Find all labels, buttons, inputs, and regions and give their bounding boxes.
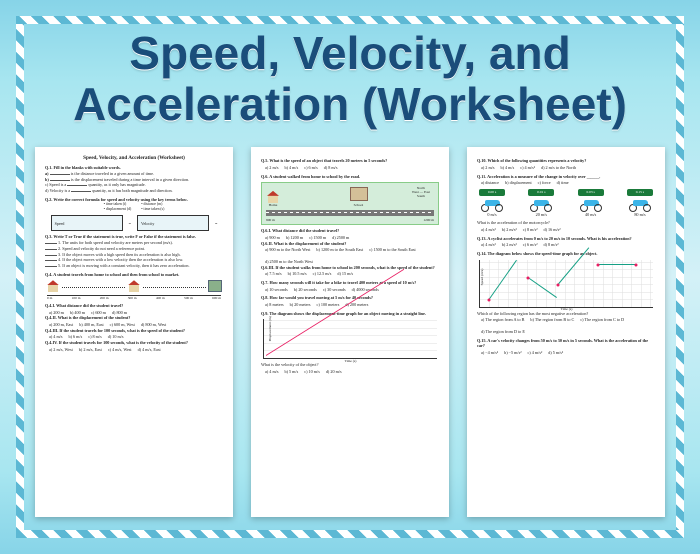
compass-icon: North West — East South [412, 187, 430, 199]
q4i-prompt: Q.4.I. What distance did the student tra… [45, 303, 223, 309]
motorcycle-icon [530, 198, 552, 212]
point-c [556, 284, 559, 287]
q1-b-text: is the displacement traveled during a ti… [71, 177, 189, 182]
q12-opts: a) 4 m/s²b) 2 m/s²c) 8 m/s²d) 16 m/s² [477, 227, 655, 233]
pages-row: Speed, Velocity, and Acceleration (Works… [0, 147, 700, 517]
point-d [596, 264, 599, 267]
title-line-1: Speed, Velocity, and [0, 28, 700, 79]
q6-prompt: Q.6. A student walked from home to schoo… [261, 174, 439, 180]
formula-row: Speed = Velocity = [45, 215, 223, 231]
title-line-2: Acceleration (Worksheet) [0, 79, 700, 130]
seg-bc [528, 277, 557, 298]
dist-label: 900 m [266, 218, 275, 223]
q11: Q.11. Acceleration is a measure of the c… [477, 174, 655, 186]
displacement-time-chart: Displacement (m) Time (s) [263, 319, 437, 359]
motorcycle-icon [580, 198, 602, 212]
market-icon [208, 280, 222, 292]
x-axis-label: Time (s) [345, 359, 357, 364]
school-icon [127, 280, 141, 292]
moto-0: 0.00 s0 m/s [479, 189, 505, 217]
moto-1: 0.01 s20 m/s [528, 189, 554, 217]
q11-opts: a) distanceb) displacementc) forced) tim… [477, 180, 655, 186]
q12: 0.00 s0 m/s 0.01 s20 m/s 0.03 s40 m/s 0.… [477, 189, 655, 233]
speed-box: Speed [51, 215, 123, 231]
q5-opts: a) 2 m/sb) 4 m/sc) 6 m/sd) 8 m/s [261, 165, 439, 171]
q11-prompt: Q.11. Acceleration is a measure of the c… [477, 174, 655, 180]
q13-opts: a) 4 m/s²b) 2 m/s²c) 6 m/s²d) 8 m/s² [477, 242, 655, 248]
q4iv-opts: a) 2 m/s, Westb) 2 m/s, Eastc) 4 m/s, We… [45, 347, 223, 353]
q1-c-text: quantity, as it only has magnitude. [88, 182, 145, 187]
q4-illustration [46, 280, 222, 292]
q4: Q.4. A student travels from home to scho… [45, 272, 223, 353]
point-b [527, 276, 530, 279]
eq-1: = [129, 221, 131, 227]
speed-time-chart: Speed (m/s) Time (s) [479, 260, 653, 308]
eq-2: = [215, 221, 217, 227]
q13-prompt: Q.13. A cyclist accelerates from 0 m/s t… [477, 236, 655, 242]
q1-a-text: is the distance traveled in a given amou… [71, 171, 155, 176]
q6: Q.6. A student walked from home to schoo… [261, 174, 439, 278]
q4iii-prompt: Q.4.III. If the student travels for 100 … [45, 328, 223, 334]
point-a [487, 298, 490, 301]
y-axis-label: Displacement (m) [268, 316, 273, 341]
q3-s5: 5. If an object is moving with a constan… [45, 263, 223, 269]
y-axis-label: Speed (m/s) [480, 269, 485, 286]
page-heading: Speed, Velocity, and Acceleration (Works… [45, 155, 223, 162]
q14: Q.14. The diagram below shows the speed-… [477, 251, 655, 335]
worksheet-page-1: Speed, Velocity, and Acceleration (Works… [35, 147, 233, 517]
motorcycle-row: 0.00 s0 m/s 0.01 s20 m/s 0.03 s40 m/s 0.… [479, 189, 653, 217]
q1-d-text: quantity, as it has both magnitude and d… [92, 188, 172, 193]
seg-de [598, 264, 636, 265]
q1-d: d) Velocity is a quantity, as it has bot… [45, 188, 223, 194]
q12-prompt: What is the acceleration of the motorcyc… [477, 220, 655, 226]
q6i-prompt: Q.6.I. What distance did the student tra… [261, 228, 439, 234]
q15: Q.15. A car's velocity changes from 50 m… [477, 338, 655, 356]
q14-opts: a) The region from A to Bb) The region f… [477, 317, 655, 334]
term-2: • displacement (d) [104, 207, 132, 212]
q2-terms: • time taken (t)• displacement (d) • dis… [45, 202, 223, 212]
q6ii-prompt: Q.6.II. What is the displacement of the … [261, 241, 439, 247]
motorcycle-icon [629, 198, 651, 212]
velocity-box: Velocity [137, 215, 209, 231]
school-icon [350, 187, 368, 201]
moto-2: 0.03 s40 m/s [578, 189, 604, 217]
motorcycle-icon [481, 198, 503, 212]
q9: Q.9. The diagram shows the displacement-… [261, 311, 439, 375]
q6ii-opts: a) 900 m to the North Westb) 1200 m to t… [261, 247, 439, 264]
q10: Q.10. Which of the following quantities … [477, 158, 655, 170]
term-3: • time taken (s) [141, 207, 164, 212]
worksheet-page-3: Q.10. Which of the following quantities … [467, 147, 665, 517]
q15-prompt: Q.15. A car's velocity changes from 50 m… [477, 338, 655, 349]
q6iii-prompt: Q.6.III. If the student walks from home … [261, 265, 439, 271]
q14-prompt: Q.14. The diagram below shows the speed-… [477, 251, 655, 257]
q2: Q.2. Write the correct formula for speed… [45, 197, 223, 232]
road [266, 210, 434, 216]
q1: Q.1. Fill in the blanks with suitable wo… [45, 165, 223, 193]
q15-opts: a) −4 m/s²b) −5 m/s²c) 4 m/s²d) 5 m/s² [477, 350, 655, 356]
q4-prompt: Q.4. A student travels from home to scho… [45, 272, 223, 278]
moto-3: 0.15 s80 m/s [627, 189, 653, 217]
seg-ab [488, 259, 517, 299]
q10-opts: a) 2 m/sb) 4 m/sc) 4 m/s²d) 2 m/s to the… [477, 165, 655, 171]
q9-opts: a) 4 m/sb) 5 m/sc) 10 m/sd) 20 m/s [261, 369, 439, 375]
x-axis-label: Time (s) [561, 307, 573, 312]
q5: Q.5. What is the speed of an object that… [261, 158, 439, 170]
worksheet-page-2: Q.5. What is the speed of an object that… [251, 147, 449, 517]
home-icon [46, 280, 60, 292]
chart-line [264, 319, 437, 358]
q4iv-prompt: Q.4.IV. If the student travels for 100 s… [45, 340, 223, 346]
q6-map: North West — East South Home School 900 … [261, 182, 439, 225]
q10-prompt: Q.10. Which of the following quantities … [477, 158, 655, 164]
point-e [634, 264, 637, 267]
q5-prompt: Q.5. What is the speed of an object that… [261, 158, 439, 164]
q1-d-lead: d) Velocity is a [45, 188, 70, 193]
q3: Q.3. Write T or True if the statement is… [45, 234, 223, 268]
q1-c-lead: c) Speed is a [45, 182, 66, 187]
home-icon [266, 191, 280, 203]
worksheet-title: Speed, Velocity, and Acceleration (Works… [0, 0, 700, 129]
q13: Q.13. A cyclist accelerates from 0 m/s t… [477, 236, 655, 248]
q4ii-prompt: Q.4.II. What is the displacement of the … [45, 315, 223, 321]
q4-scale: 0 m100 m200 m300 m400 m500 m600 m [47, 295, 221, 301]
